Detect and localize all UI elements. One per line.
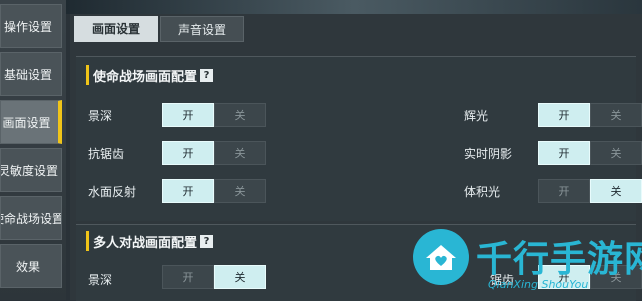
top-banner bbox=[66, 0, 642, 14]
sidebar-item-basic[interactable]: 基础设置 bbox=[0, 52, 62, 96]
toggle-bloom: 开 关 bbox=[538, 103, 642, 127]
sidebar-item-sensitivity[interactable]: 灵敏度设置 bbox=[0, 148, 62, 192]
sidebar-item-campaign[interactable]: 使命战场设置 bbox=[0, 196, 62, 240]
sidebar-item-label: 操作设置 bbox=[3, 19, 52, 34]
toggle-off-button[interactable]: 关 bbox=[214, 179, 266, 203]
toggle-off-button[interactable]: 关 bbox=[214, 265, 266, 289]
section-campaign-graphics: 使命战场画面配置 ? 景深 开 关 抗锯齿 开 关 水面反射 开 关 辉光 开 … bbox=[76, 56, 642, 221]
toggle-on-button[interactable]: 开 bbox=[162, 265, 214, 289]
toggle-off-button[interactable]: 关 bbox=[590, 179, 642, 203]
sidebar-item-controls[interactable]: 操作设置 bbox=[0, 4, 62, 48]
toggle-realtime-shadow: 开 关 bbox=[538, 141, 642, 165]
toggle-depth-mp: 开 关 bbox=[162, 265, 266, 289]
toggle-volumetric-light: 开 关 bbox=[538, 179, 642, 203]
sidebar-item-label: 画面设置 bbox=[2, 115, 51, 130]
row-label-bloom: 辉光 bbox=[464, 109, 489, 123]
sidebar-item-graphics[interactable]: 画面设置 bbox=[0, 100, 62, 144]
site-watermark: 千行手游网 QianXing ShouYou bbox=[412, 222, 642, 300]
toggle-on-button[interactable]: 开 bbox=[538, 103, 590, 127]
section-title-text: 多人对战画面配置 bbox=[93, 235, 198, 251]
row-label-depth-mp: 景深 bbox=[88, 273, 113, 287]
sidebar-item-label: 使命战场设置 bbox=[1, 211, 62, 226]
toggle-on-button[interactable]: 开 bbox=[538, 141, 590, 165]
section-title: 使命战场画面配置 ? bbox=[86, 65, 214, 85]
toggle-water-reflection: 开 关 bbox=[162, 179, 266, 203]
toggle-off-button[interactable]: 关 bbox=[214, 141, 266, 165]
sidebar-item-effects[interactable]: 效果 bbox=[0, 244, 62, 288]
settings-sidebar: 操作设置 基础设置 画面设置 灵敏度设置 使命战场设置 效果 bbox=[0, 0, 66, 300]
watermark-text: 千行手游网 bbox=[476, 239, 642, 280]
watermark-subtext: QianXing ShouYou bbox=[488, 278, 589, 291]
toggle-on-button[interactable]: 开 bbox=[162, 103, 214, 127]
row-label-depth: 景深 bbox=[88, 109, 113, 123]
row-label-antialias: 抗锯齿 bbox=[88, 147, 125, 161]
toggle-on-button[interactable]: 开 bbox=[162, 179, 214, 203]
tab-bar: 画面设置 声音设置 bbox=[74, 16, 246, 42]
row-label-water-reflection: 水面反射 bbox=[88, 185, 137, 199]
row-label-volumetric-light: 体积光 bbox=[464, 185, 501, 199]
toggle-on-button[interactable]: 开 bbox=[162, 141, 214, 165]
tab-graphics[interactable]: 画面设置 bbox=[74, 16, 158, 42]
sidebar-item-label: 效果 bbox=[15, 259, 40, 274]
section-title-text: 使命战场画面配置 bbox=[93, 69, 198, 85]
toggle-off-button[interactable]: 关 bbox=[214, 103, 266, 127]
toggle-off-button[interactable]: 关 bbox=[590, 141, 642, 165]
row-label-realtime-shadow: 实时阴影 bbox=[464, 147, 513, 161]
help-icon[interactable]: ? bbox=[200, 234, 214, 248]
watermark-logo-icon bbox=[413, 229, 469, 285]
sidebar-item-label: 基础设置 bbox=[3, 67, 52, 82]
toggle-on-button[interactable]: 开 bbox=[538, 179, 590, 203]
sidebar-item-label: 灵敏度设置 bbox=[0, 163, 58, 178]
tab-sound[interactable]: 声音设置 bbox=[160, 16, 244, 42]
toggle-depth: 开 关 bbox=[162, 103, 266, 127]
toggle-off-button[interactable]: 关 bbox=[590, 103, 642, 127]
section-title: 多人对战画面配置 ? bbox=[86, 231, 214, 251]
help-icon[interactable]: ? bbox=[200, 68, 214, 82]
toggle-antialias: 开 关 bbox=[162, 141, 266, 165]
